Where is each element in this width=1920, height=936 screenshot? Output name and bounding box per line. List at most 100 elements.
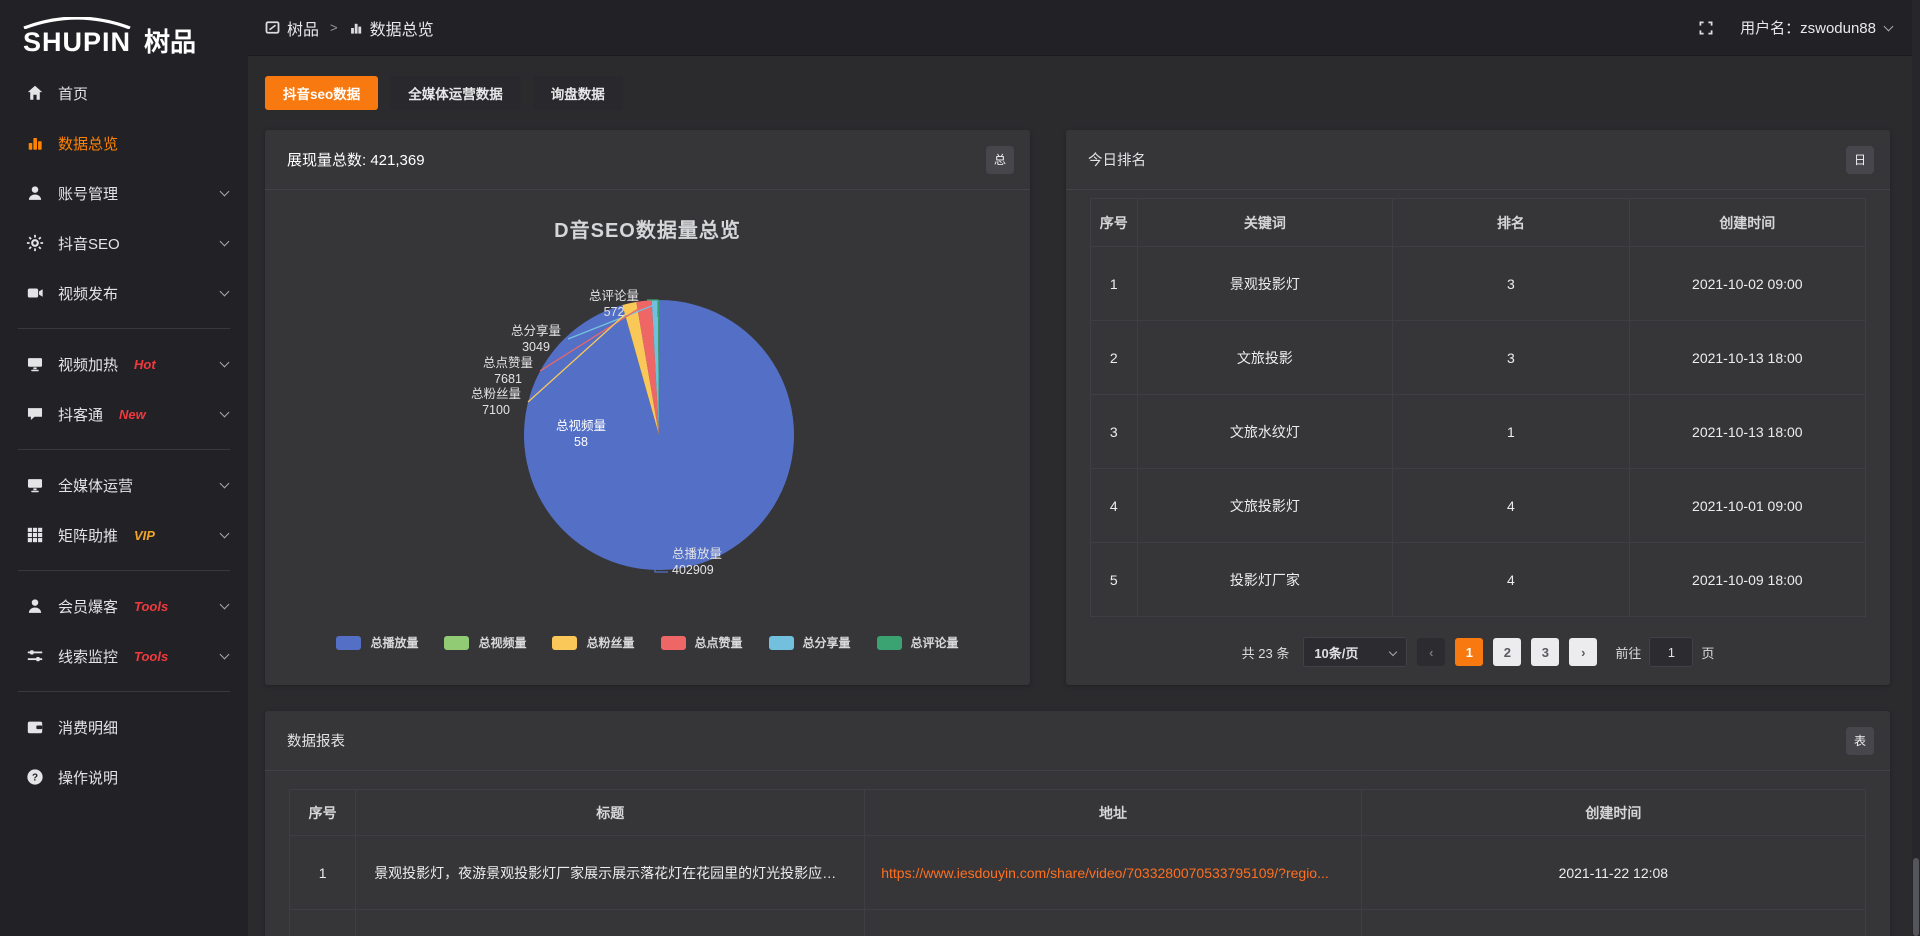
legend-item-plays[interactable]: 总播放量: [336, 634, 418, 651]
pie-label-name: 总评论量: [564, 288, 664, 304]
legend-item-fans[interactable]: 总粉丝量: [552, 634, 634, 651]
sidebar-item-data-overview[interactable]: 数据总览: [0, 118, 248, 168]
cell-seq: 3: [1091, 395, 1138, 469]
page-button-3[interactable]: 3: [1531, 638, 1559, 666]
legend-item-likes[interactable]: 总点赞量: [661, 634, 743, 651]
pie-label-value: 402909: [672, 562, 792, 578]
breadcrumb-root[interactable]: 树品: [287, 16, 319, 40]
logo-wordmark: SHUPIN: [18, 17, 136, 56]
legend-label: 总点赞量: [695, 634, 743, 651]
cell-keyword: 投影灯厂家: [1137, 543, 1393, 617]
wallet-icon: [26, 718, 44, 736]
sidebar-item-account[interactable]: 账号管理: [0, 168, 248, 218]
legend-label: 总视频量: [478, 634, 526, 651]
chevron-down-icon: [220, 286, 230, 296]
sidebar-item-matrix-boost[interactable]: 矩阵助推 VIP: [0, 510, 248, 560]
report-panel: 数据报表 表 序号 标题 地址 创建时间: [265, 711, 1890, 936]
cell-keyword: 文旅水纹灯: [1137, 395, 1393, 469]
col-title: 标题: [356, 790, 865, 836]
page-scrollbar[interactable]: [1912, 0, 1920, 936]
sidebar-item-home[interactable]: 首页: [0, 68, 248, 118]
question-icon: ?: [26, 768, 44, 786]
sidebar-item-instructions[interactable]: ? 操作说明: [0, 752, 248, 802]
cell-created: 2021-10-02 09:00: [1629, 247, 1865, 321]
sidebar-item-member-baoke[interactable]: 会员爆客 Tools: [0, 581, 248, 631]
chevron-down-icon: [220, 599, 230, 609]
report-panel-body: 序号 标题 地址 创建时间 1 景观投影灯，夜游景观投影灯厂家展示展示落花灯在花…: [265, 789, 1890, 936]
sidebar-item-label: 消费明细: [58, 717, 118, 738]
cell-keyword: 文旅投影: [1137, 321, 1393, 395]
legend-item-videos[interactable]: 总视频量: [444, 634, 526, 651]
cell-seq: 2: [1091, 321, 1138, 395]
page-size-select[interactable]: 10条/页: [1303, 637, 1407, 667]
sidebar-item-label: 线索监控: [58, 646, 118, 667]
total-badge-button[interactable]: 总: [986, 146, 1014, 174]
chevron-down-icon: [220, 186, 230, 196]
sidebar-item-label: 全媒体运营: [58, 475, 133, 496]
table-row: 1 景观投影灯 3 2021-10-02 09:00: [1091, 247, 1866, 321]
day-badge-button[interactable]: 日: [1846, 146, 1874, 174]
cell-rank: 3: [1393, 247, 1629, 321]
impressions-total: 展现量总数: 421,369: [287, 149, 425, 170]
sidebar-item-consumption-detail[interactable]: 消费明细: [0, 702, 248, 752]
legend-label: 总分享量: [803, 634, 851, 651]
col-seq: 序号: [290, 790, 356, 836]
tab-douyin-seo-data[interactable]: 抖音seo数据: [265, 76, 378, 110]
chat-bubble-icon: [26, 405, 44, 423]
chevron-down-icon: [220, 649, 230, 659]
pie-label-name: 总粉丝量: [446, 386, 546, 402]
sidebar-item-video-heat[interactable]: 视频加热 Hot: [0, 339, 248, 389]
cell-rank: 1: [1393, 395, 1629, 469]
cell-seq: 4: [1091, 469, 1138, 543]
logo-text-cn: 树品: [144, 29, 196, 56]
pie-label-shares: 总分享量 3049: [486, 323, 586, 355]
hot-badge: Hot: [134, 357, 156, 372]
sidebar-item-video-publish[interactable]: 视频发布: [0, 268, 248, 318]
page-button-2[interactable]: 2: [1493, 638, 1521, 666]
cell-url: https://www.iesdouyin.com/share/video/70…: [865, 836, 1361, 910]
monitor-icon: [26, 355, 44, 373]
legend-swatch: [769, 636, 794, 650]
pie-label-fans: 总粉丝量 7100: [446, 386, 546, 418]
sidebar-item-media-operation[interactable]: 全媒体运营: [0, 460, 248, 510]
cell-rank: 4: [1393, 543, 1629, 617]
data-tabs: 抖音seo数据 全媒体运营数据 询盘数据: [265, 76, 1890, 110]
sidebar-item-label: 会员爆客: [58, 596, 118, 617]
video-link[interactable]: https://www.iesdouyin.com/share/video/70…: [881, 865, 1329, 881]
legend-label: 总评论量: [911, 634, 959, 651]
sidebar-item-label: 操作说明: [58, 767, 118, 788]
topbar-right: 用户名：zswodun88: [1698, 17, 1892, 38]
sidebar-nav: 首页 数据总览 账号管理 抖音SEO: [0, 62, 248, 802]
pie-label-value: 58: [531, 434, 631, 450]
tools-badge: Tools: [134, 599, 168, 614]
goto-page-input[interactable]: [1649, 637, 1693, 667]
sidebar-item-douketong[interactable]: 抖客通 New: [0, 389, 248, 439]
page-button-1[interactable]: 1: [1455, 638, 1483, 666]
cell-created: 2021-10-13 18:00: [1629, 395, 1865, 469]
next-page-button[interactable]: ›: [1569, 638, 1597, 666]
pie-label-value: 3049: [486, 339, 586, 355]
sidebar-item-lead-monitor[interactable]: 线索监控 Tools: [0, 631, 248, 681]
fullscreen-icon[interactable]: [1698, 20, 1714, 36]
cell-seq: [290, 910, 356, 936]
nav-divider: [18, 570, 230, 571]
prev-page-button[interactable]: ‹: [1417, 638, 1445, 666]
tab-media-operation-data[interactable]: 全媒体运营数据: [390, 76, 521, 110]
legend-label: 总播放量: [370, 634, 418, 651]
ranking-table: 序号 关键词 排名 创建时间 1 景观投影灯 3: [1090, 198, 1866, 617]
sidebar-item-douyin-seo[interactable]: 抖音SEO: [0, 218, 248, 268]
app-logo[interactable]: SHUPIN 树品: [0, 0, 248, 62]
topbar: 树品 > 数据总览 用户名：zswodun88: [248, 0, 1920, 56]
username-menu[interactable]: 用户名：zswodun88: [1740, 17, 1892, 38]
legend-item-shares[interactable]: 总分享量: [769, 634, 851, 651]
pie-label-videos: 总视频量 58: [531, 418, 631, 450]
chevron-down-icon: [220, 528, 230, 538]
cell-created: 2021-10-09 18:00: [1629, 543, 1865, 617]
pie-chart: D音SEO数据量总览 总评论量 572: [265, 190, 1030, 685]
scrollbar-thumb[interactable]: [1913, 858, 1919, 936]
tab-inquiry-data[interactable]: 询盘数据: [533, 76, 623, 110]
cell-rank: 3: [1393, 321, 1629, 395]
goto-unit: 页: [1701, 643, 1714, 662]
table-badge-button[interactable]: 表: [1846, 727, 1874, 755]
legend-item-comments[interactable]: 总评论量: [877, 634, 959, 651]
